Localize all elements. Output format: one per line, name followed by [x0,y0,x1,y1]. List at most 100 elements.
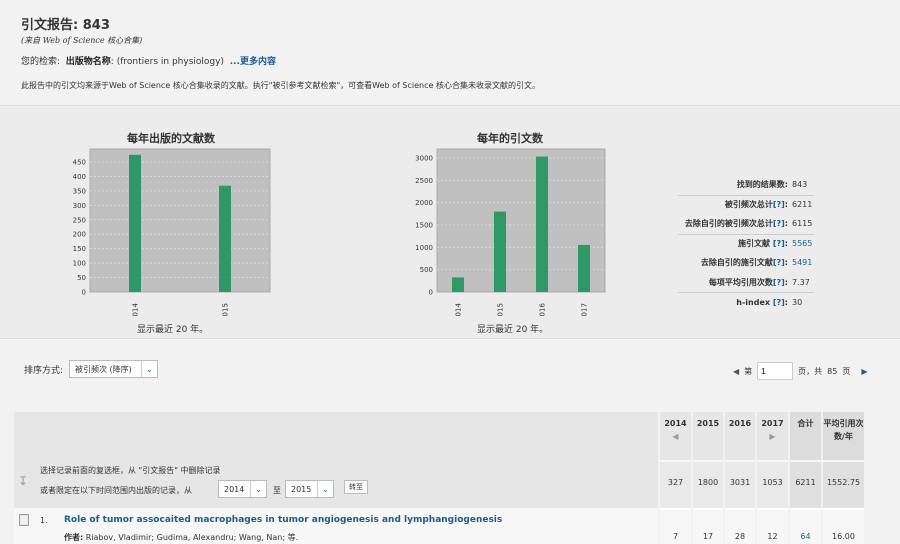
citation-note: 此报告中的引文均来源于Web of Science 核心合集收录的文献。执行"被… [21,81,540,90]
search-summary: 您的检索: 出版物名称: (frontiers in physiology) .… [21,54,276,67]
citations-chart: 0 500 1000 1500 2000 2500 3000 2014 2015 2016 2017 [415,148,606,317]
chart1-note: 显示最近 20 年。 [137,325,209,335]
stat-value[interactable]: 5491 [792,258,814,267]
pager-mid: 页，共 [798,366,823,376]
help-link[interactable]: [?] [773,298,785,307]
next-year-icon[interactable]: ▶ [757,430,788,443]
bar-2014 [129,154,141,292]
prev-page-icon[interactable]: ◀ [733,367,739,376]
y-tick-label: 50 [77,274,86,282]
bar-2015 [494,211,506,292]
record-value: 17 [702,532,714,541]
stat-row: 每项平均引用次数[?]: 7.37 [678,273,814,293]
more-link[interactable]: ...更多内容 [230,57,276,67]
help-link[interactable]: [?] [773,278,785,287]
year-column: 2016 3031 28 [725,412,755,544]
total-value: 1800 [697,478,719,487]
prev-year-icon[interactable]: ◀ [660,430,691,443]
sort-select[interactable]: 被引频次 (降序) ⌄ [69,360,158,378]
remove-note: 选择记录前面的复选框，从 "引文报告" 中删除记录 [40,466,221,475]
record-value: 12 [767,532,778,541]
table-row: 1. Role of tumor assocaited macrophages … [14,508,658,544]
column-header: 2015 [696,419,720,428]
to-label: 至 [273,486,281,495]
stat-row: 去除自引的施引文献[?]: 5491 [678,253,814,273]
x-tick-label: 2015 [222,303,230,317]
total-value: 3031 [729,478,751,487]
record-value: 28 [734,532,746,541]
record-value[interactable]: 64 [790,532,821,541]
search-field: 出版物名称 [65,57,111,67]
y-tick-label: 500 [420,266,433,274]
next-page-icon[interactable]: ▶ [861,367,867,376]
source-note: (来自 Web of Science 核心合集) [21,36,143,45]
go-button[interactable]: 转至 [344,480,368,494]
stat-value: 6115 [792,219,813,229]
help-link[interactable]: [?] [773,219,785,228]
sort-label: 排序方式: [24,366,64,376]
help-link[interactable]: [?] [773,258,785,267]
stat-label: h-index [?]: [736,297,788,307]
stat-label: 施引文献 [?]: [738,239,788,249]
year-column: 平均引用次数/年 1552.75 16.00 [823,412,864,544]
stat-label: 去除自引的施引文献[?]: [700,258,788,268]
table-header-left: 选择记录前面的复选框，从 "引文报告" 中删除记录 ↧ 或者限定在以下时间范围内… [14,412,658,508]
y-tick-label: 0 [82,289,86,297]
column-header: 2017 [761,419,784,428]
stat-value: 30 [792,297,803,307]
stat-value[interactable]: 5565 [792,239,814,248]
stat-label: 每项平均引用次数[?]: [708,277,788,287]
record-value: 16.00 [832,532,855,541]
chevron-down-icon: ⌄ [141,361,157,377]
y-tick-label: 2000 [415,199,433,207]
x-tick-label: 2016 [539,303,547,317]
record-title-link[interactable]: Role of tumor assocaited macrophages in … [64,515,502,525]
y-tick-label: 0 [429,289,433,297]
chart2-note: 显示最近 20 年。 [477,325,549,335]
bar-2016 [536,156,548,292]
stat-label: 被引频次总计[?]: [724,200,788,210]
stat-row: h-index [?]: 30 [678,292,814,312]
y-tick-label: 1000 [415,244,433,252]
y-tick-label: 2500 [415,177,433,185]
year-column: 2015 1800 17 [693,412,723,544]
stat-value: 843 [792,180,808,190]
stat-row: 去除自引的被引频次总计[?]: 6115 [678,214,814,234]
help-link[interactable]: [?] [773,200,785,209]
record-value: 7 [672,532,679,541]
stat-row: 找到的结果数: 843 [678,175,814,195]
x-tick-label: 2014 [132,303,140,317]
year-column: 合计 6211 64 [790,412,821,544]
page-total: 85 [827,366,838,376]
x-tick-label: 2015 [497,303,505,317]
total-value: 6211 [795,478,816,487]
y-tick-label: 450 [73,159,86,167]
column-header: 合计 [797,419,814,428]
stat-row: 施引文献 [?]: 5565 [678,233,814,254]
column-header: 2016 [728,419,752,428]
year-column: 2014 ◀ 327 7 [660,412,691,544]
x-tick-label: 2017 [581,303,589,317]
stats-panel: 找到的结果数: 843 被引频次总计[?]: 6211 去除自引的被引频次总计[?]: 6… [678,175,814,312]
report-header: 引文报告: 843 (来自 Web of Science 核心合集) 您的检索:… [0,0,900,106]
page-input[interactable] [757,362,794,380]
x-tick-label: 2014 [455,303,463,317]
stat-row: 被引频次总计[?]: 6211 [678,194,814,215]
from-year-select[interactable]: 2014 ⌄ [218,480,267,498]
y-tick-label: 150 [73,245,86,253]
bar-2017 [578,244,590,292]
plot-area [89,148,271,293]
sort-bar: 排序方式: 被引频次 (降序) ⌄ ◀ 第 页，共 85 页 ▶ [0,340,900,400]
to-year-select[interactable]: 2015 ⌄ [285,480,334,498]
page-title: 引文报告: 843 [21,18,110,33]
pager-suffix: 页 [842,366,851,376]
year-column: 2017 ▶ 1053 12 [757,412,788,544]
help-link[interactable]: [?] [773,239,785,248]
search-value: : (frontiers in physiology) [110,57,224,67]
arrow-down-icon: ↧ [18,474,29,488]
y-tick-label: 350 [73,187,86,195]
record-checkbox[interactable] [19,514,29,526]
stat-value: 7.37 [792,277,810,287]
sort-value: 被引频次 (降序) [75,364,132,374]
total-value: 1053 [762,478,783,487]
